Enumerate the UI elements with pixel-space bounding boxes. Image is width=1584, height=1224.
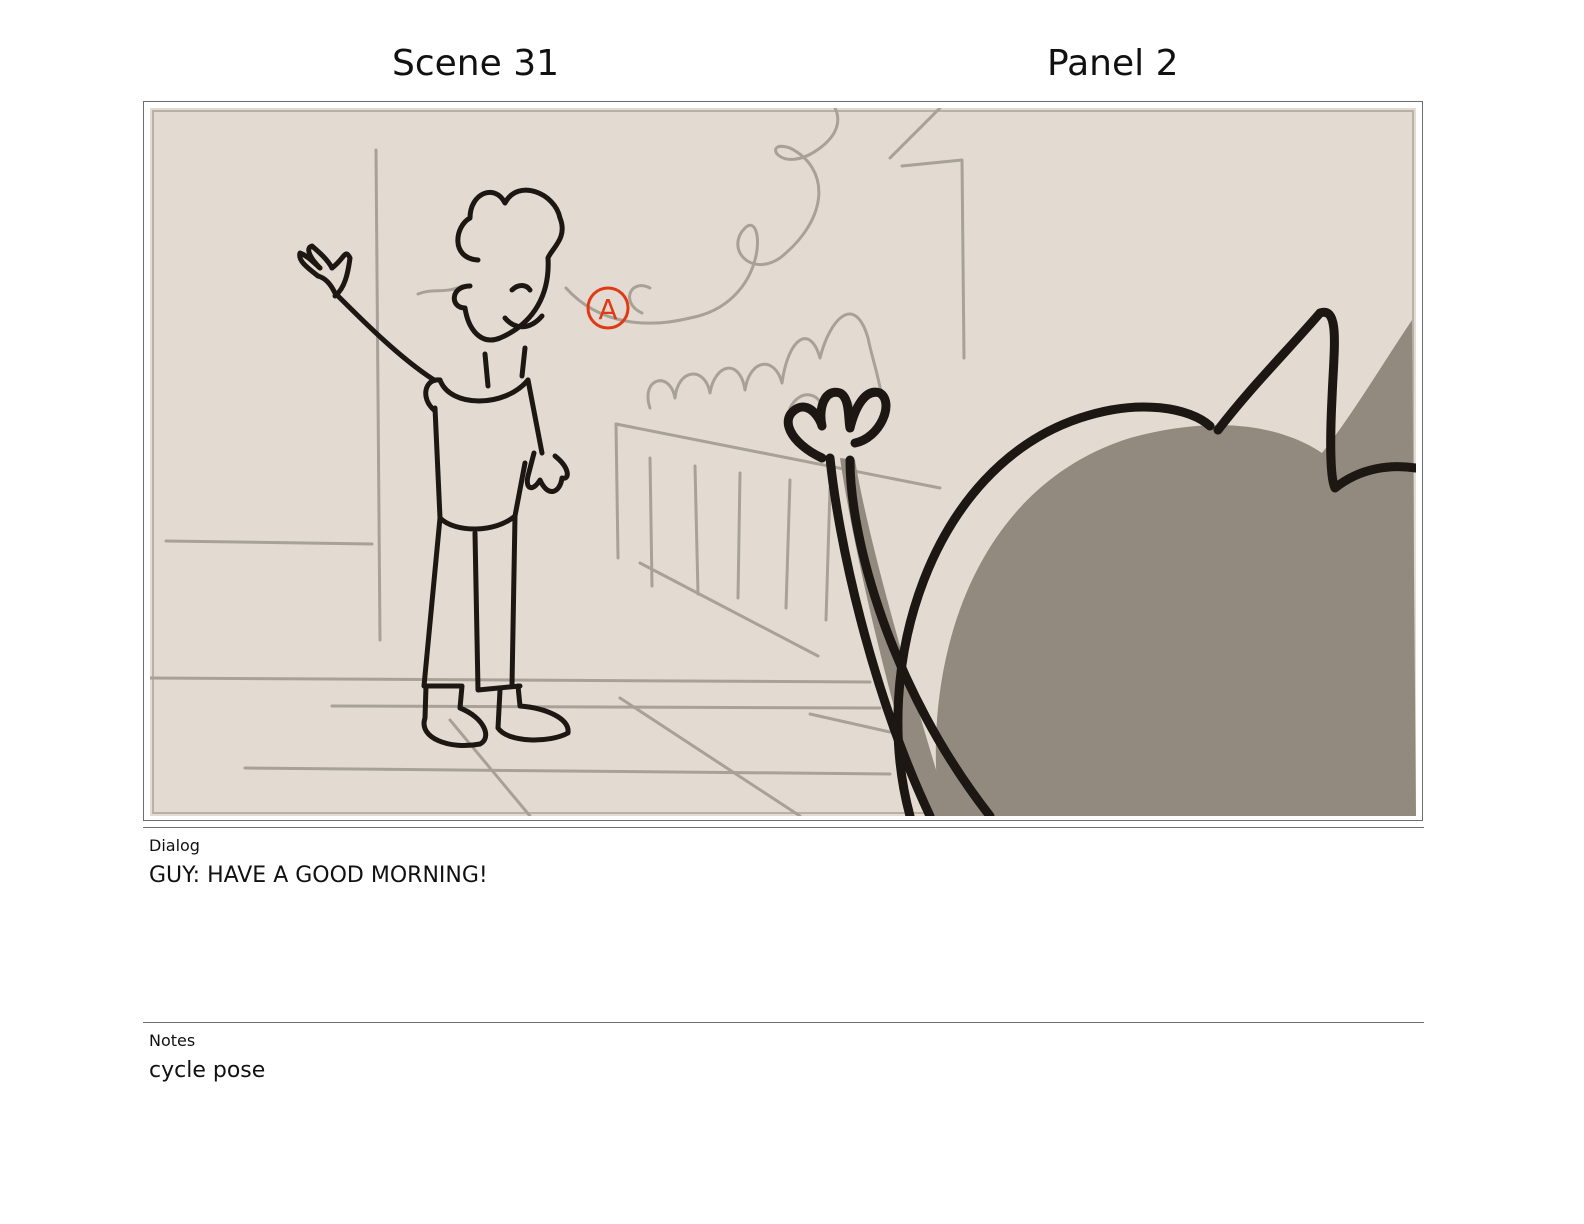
annotation-letter: A: [598, 293, 617, 326]
dialog-label: Dialog: [149, 836, 200, 855]
dialog-text: GUY: HAVE A GOOD MORNING!: [149, 863, 488, 888]
panel-frame: A: [143, 101, 1423, 821]
notes-label: Notes: [149, 1031, 196, 1050]
dialog-divider: [143, 827, 1424, 828]
scene-number: Scene 31: [392, 43, 560, 84]
panel-number: Panel 2: [1047, 43, 1179, 84]
notes-divider: [143, 1022, 1424, 1023]
notes-text: cycle pose: [149, 1058, 266, 1083]
storyboard-drawing: A: [150, 108, 1416, 816]
